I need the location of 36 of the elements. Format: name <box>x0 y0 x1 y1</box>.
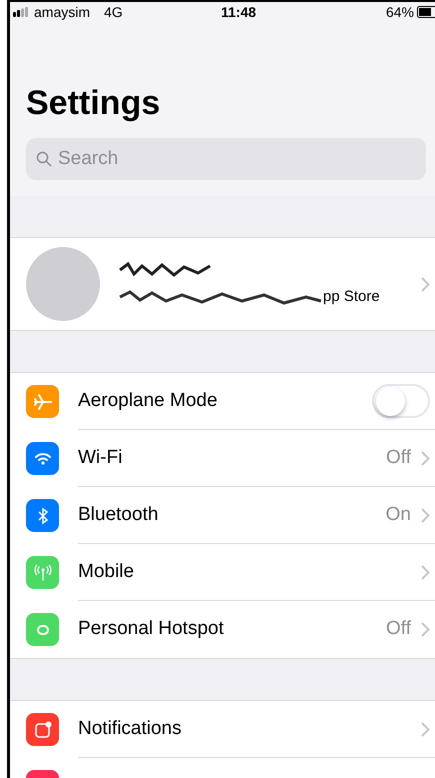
antenna-icon <box>32 562 52 582</box>
profile-subtitle: pp Store <box>323 286 380 307</box>
search-field[interactable]: Search <box>26 138 426 180</box>
row-label: Bluetooth <box>78 502 160 527</box>
row-label: Aeroplane Mode <box>78 388 218 413</box>
battery-icon <box>417 6 435 18</box>
network-type: 4G <box>104 2 123 22</box>
profile-row[interactable]: pp Store <box>10 238 435 331</box>
settings-row[interactable]: Aeroplane Mode <box>10 373 435 430</box>
notification-icon <box>32 720 52 740</box>
search-icon <box>36 151 52 167</box>
chevron-icon <box>421 722 430 736</box>
page-title: Settings <box>26 83 162 124</box>
chevron-icon <box>421 622 430 637</box>
chevron-icon <box>421 564 430 580</box>
chevron-icon <box>421 450 430 466</box>
row-value: On <box>386 502 411 527</box>
toggle-switch[interactable] <box>372 384 430 418</box>
chevron-icon <box>421 508 430 522</box>
carrier-name: amaysim <box>34 2 90 22</box>
row-value: Off <box>386 617 411 642</box>
row-label: Mobile <box>78 560 135 584</box>
settings-row[interactable]: Mobile <box>10 544 435 601</box>
settings-row[interactable]: Bluetooth On <box>10 487 435 544</box>
settings-row[interactable]: Personal Hotspot Off <box>10 601 435 658</box>
clock: 11:48 <box>221 2 258 22</box>
settings-row[interactable]: Wi-Fi Off <box>10 430 435 487</box>
signal-icon <box>13 7 30 17</box>
row-label: Notifications <box>78 716 182 741</box>
battery-percent: 64% <box>386 2 414 22</box>
airplane-icon <box>32 392 52 412</box>
chevron-icon <box>421 276 430 292</box>
row-label: Wi-Fi <box>78 446 124 470</box>
settings-row[interactable]: Notifications <box>10 701 435 758</box>
row-label: Personal Hotspot <box>78 617 225 642</box>
row-value: Off <box>386 446 411 470</box>
